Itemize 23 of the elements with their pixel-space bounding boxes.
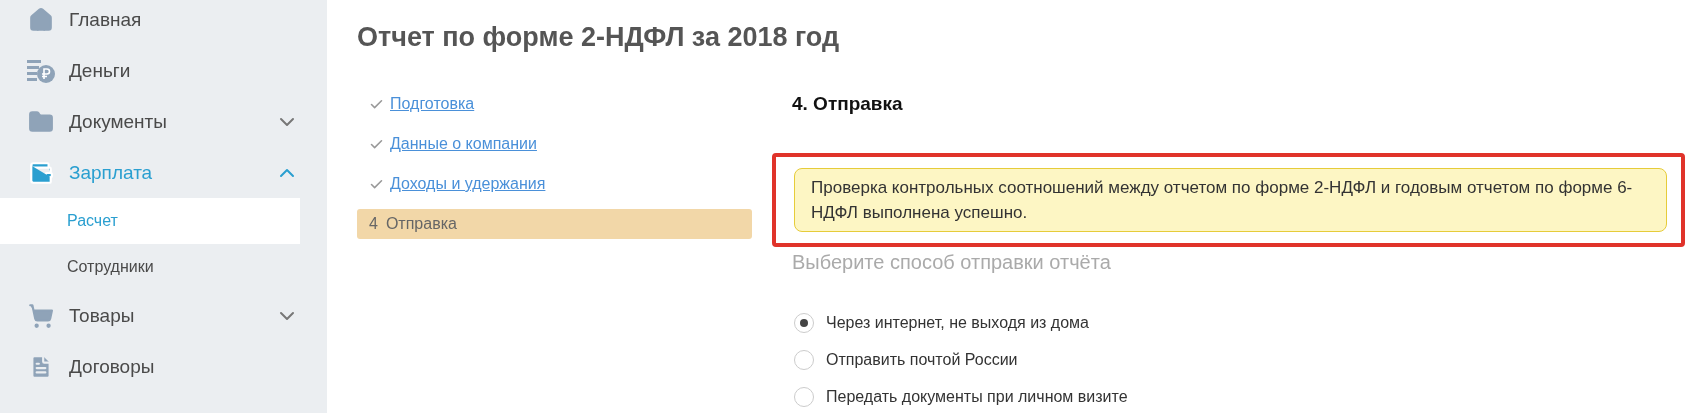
sidebar-item[interactable]: Документы [0,96,327,147]
sidebar-item[interactable]: Главная [0,0,327,45]
success-notice: Проверка контрольных соотношений между отчетом по форме 2-НДФЛ и годовым отчетом по форме 6-НДФЛ выполнена успешно. [794,168,1667,232]
cart-icon [28,302,54,329]
radio-button[interactable] [794,312,814,333]
sidebar-subitem[interactable]: Сотрудники [0,244,300,290]
option-label[interactable]: Через интернет, не выходя из дома [826,313,1089,332]
wallet-icon [28,159,54,186]
sidebar-item[interactable]: Товары [0,290,327,341]
page-title: Отчет по форме 2-НДФЛ за 2018 год [357,22,841,53]
ruble-coins-icon [27,57,55,84]
choose-label: Выберите способ отправки отчёта [792,251,1112,274]
sidebar-item[interactable]: Деньги [0,45,327,96]
step-number: 4 [369,215,378,233]
option-label[interactable]: Передать документы при личном визите [826,387,1128,406]
step-label: Отправка [385,215,457,233]
option-label[interactable]: Отправить почтой России [826,350,1018,369]
sidebar-item[interactable]: Договоры [0,341,327,392]
section-title: 4. Отправка [792,93,904,116]
folder-icon [28,108,54,135]
home-icon [28,6,54,33]
radio-button[interactable] [794,386,814,407]
radio-button[interactable] [794,349,814,370]
